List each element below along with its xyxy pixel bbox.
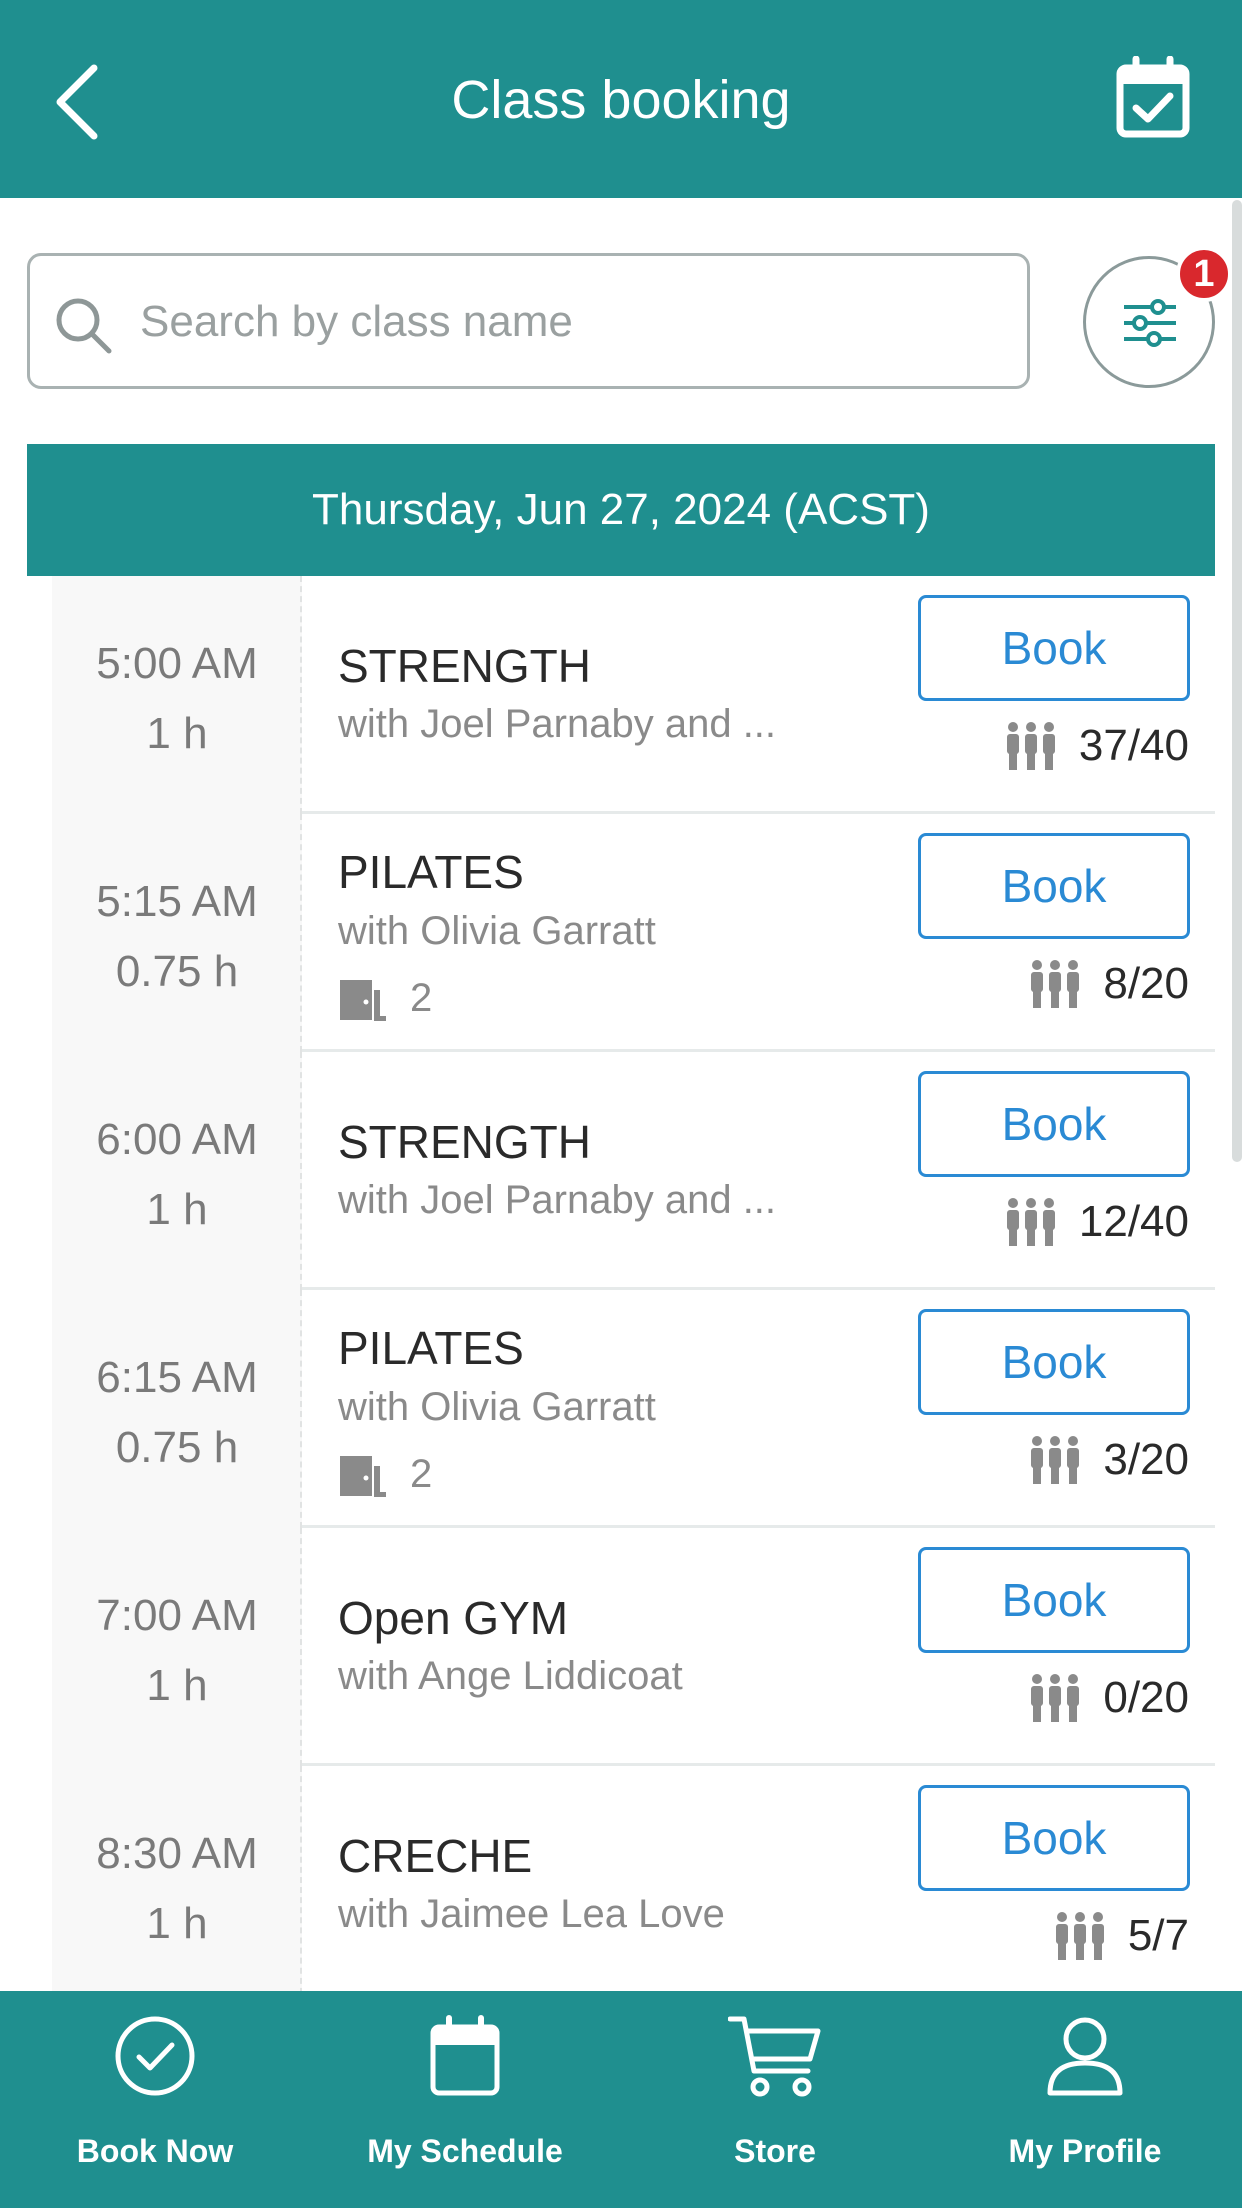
tab-label: Book Now bbox=[76, 2133, 234, 2169]
people-icon bbox=[1006, 722, 1055, 770]
date-header: Thursday, Jun 27, 2024 (ACST) bbox=[27, 444, 1215, 576]
people-icon bbox=[1055, 1912, 1104, 1960]
room-number: 2 bbox=[410, 976, 433, 1020]
capacity-count: 12/40 bbox=[1078, 1197, 1189, 1246]
class-time: 5:15 AM bbox=[96, 877, 258, 926]
class-row[interactable]: 5:00 AM 1 h STRENGTH with Joel Parnaby a… bbox=[52, 576, 1215, 814]
book-button[interactable]: Book bbox=[918, 1547, 1190, 1653]
calendar-check-icon[interactable] bbox=[1116, 56, 1190, 138]
class-duration: 1 h bbox=[146, 709, 208, 758]
cart-icon bbox=[728, 2016, 821, 2097]
capacity: 5/7 bbox=[1052, 1906, 1189, 1966]
profile-icon bbox=[1047, 2017, 1123, 2096]
filter-count-badge: 1 bbox=[1176, 246, 1232, 302]
page-title: Class booking bbox=[451, 70, 791, 130]
class-name: Open GYM bbox=[338, 1592, 569, 1644]
time-column: 5:15 AM 0.75 h bbox=[52, 814, 302, 1052]
capacity-count: 0/20 bbox=[1103, 1673, 1189, 1722]
class-duration: 0.75 h bbox=[115, 1423, 239, 1472]
tab-label: Store bbox=[734, 2133, 816, 2169]
people-icon bbox=[1006, 1198, 1055, 1246]
class-duration: 1 h bbox=[146, 1899, 208, 1948]
class-instructor: with Olivia Garratt bbox=[338, 909, 656, 953]
people-icon bbox=[1031, 1436, 1080, 1484]
class-time: 8:30 AM bbox=[96, 1829, 258, 1878]
door-icon bbox=[340, 1456, 386, 1497]
capacity-count: 3/20 bbox=[1103, 1435, 1189, 1484]
search-placeholder: Search by class name bbox=[140, 297, 573, 346]
capacity: 12/40 bbox=[1003, 1192, 1189, 1252]
class-name: CRECHE bbox=[338, 1830, 533, 1882]
book-button[interactable]: Book bbox=[918, 1309, 1190, 1415]
capacity-count: 5/7 bbox=[1127, 1911, 1189, 1960]
header-bar: Class booking bbox=[0, 0, 1242, 198]
search-input[interactable]: Search by class name bbox=[27, 253, 1030, 389]
capacity: 0/20 bbox=[1027, 1668, 1189, 1728]
time-column: 5:00 AM 1 h bbox=[52, 576, 302, 814]
people-icon bbox=[1031, 960, 1080, 1008]
class-instructor: with Jaimee Lea Love bbox=[338, 1892, 725, 1936]
book-button[interactable]: Book bbox=[918, 1785, 1190, 1891]
tab-label: My Profile bbox=[1008, 2133, 1162, 2169]
class-duration: 1 h bbox=[146, 1661, 208, 1710]
bottom-tab-bar: Book Now My Schedule Store My Profile bbox=[0, 1991, 1242, 2208]
people-icon bbox=[1031, 1674, 1080, 1722]
class-duration: 1 h bbox=[146, 1185, 208, 1234]
capacity: 37/40 bbox=[1003, 716, 1189, 776]
class-instructor: with Olivia Garratt bbox=[338, 1385, 656, 1429]
class-name: PILATES bbox=[338, 1322, 524, 1374]
book-button[interactable]: Book bbox=[918, 833, 1190, 939]
class-duration: 0.75 h bbox=[115, 947, 239, 996]
class-time: 5:00 AM bbox=[96, 639, 258, 688]
capacity-count: 8/20 bbox=[1103, 959, 1189, 1008]
class-time: 7:00 AM bbox=[96, 1591, 258, 1640]
tab-my-schedule[interactable]: My Schedule bbox=[310, 1991, 620, 2208]
time-column: 7:00 AM 1 h bbox=[52, 1528, 302, 1766]
class-list[interactable]: 5:00 AM 1 h STRENGTH with Joel Parnaby a… bbox=[52, 576, 1215, 1991]
book-button[interactable]: Book bbox=[918, 1071, 1190, 1177]
capacity-count: 37/40 bbox=[1078, 721, 1189, 770]
tab-store[interactable]: Store bbox=[620, 1991, 930, 2208]
class-time: 6:15 AM bbox=[96, 1353, 258, 1402]
sliders-icon bbox=[1124, 299, 1176, 347]
class-row[interactable]: 6:15 AM 0.75 h PILATES with Olivia Garra… bbox=[52, 1290, 1215, 1528]
check-circle-icon bbox=[115, 2016, 195, 2096]
class-row[interactable]: 8:30 AM 1 h CRECHE with Jaimee Lea Love … bbox=[52, 1766, 1215, 1991]
class-name: STRENGTH bbox=[338, 1116, 591, 1168]
calendar-icon bbox=[430, 2015, 500, 2096]
class-name: PILATES bbox=[338, 846, 524, 898]
class-row[interactable]: 5:15 AM 0.75 h PILATES with Olivia Garra… bbox=[52, 814, 1215, 1052]
tab-label: My Schedule bbox=[367, 2133, 563, 2169]
book-button[interactable]: Book bbox=[918, 595, 1190, 701]
door-icon bbox=[340, 980, 386, 1021]
time-column: 8:30 AM 1 h bbox=[52, 1766, 302, 1991]
tab-book-now[interactable]: Book Now bbox=[0, 1991, 310, 2208]
room-number: 2 bbox=[410, 1452, 433, 1496]
tab-my-profile[interactable]: My Profile bbox=[930, 1991, 1240, 2208]
search-icon bbox=[56, 298, 112, 354]
class-row[interactable]: 6:00 AM 1 h STRENGTH with Joel Parnaby a… bbox=[52, 1052, 1215, 1290]
class-row[interactable]: 7:00 AM 1 h Open GYM with Ange Liddicoat… bbox=[52, 1528, 1215, 1766]
class-name: STRENGTH bbox=[338, 640, 591, 692]
class-instructor: with Joel Parnaby and ... bbox=[338, 1178, 777, 1222]
capacity: 3/20 bbox=[1027, 1430, 1189, 1490]
scrollbar[interactable] bbox=[1232, 200, 1242, 1162]
class-instructor: with Ange Liddicoat bbox=[338, 1654, 683, 1698]
class-time: 6:00 AM bbox=[96, 1115, 258, 1164]
class-instructor: with Joel Parnaby and ... bbox=[338, 702, 777, 746]
time-column: 6:00 AM 1 h bbox=[52, 1052, 302, 1290]
capacity: 8/20 bbox=[1027, 954, 1189, 1014]
time-column: 6:15 AM 0.75 h bbox=[52, 1290, 302, 1528]
